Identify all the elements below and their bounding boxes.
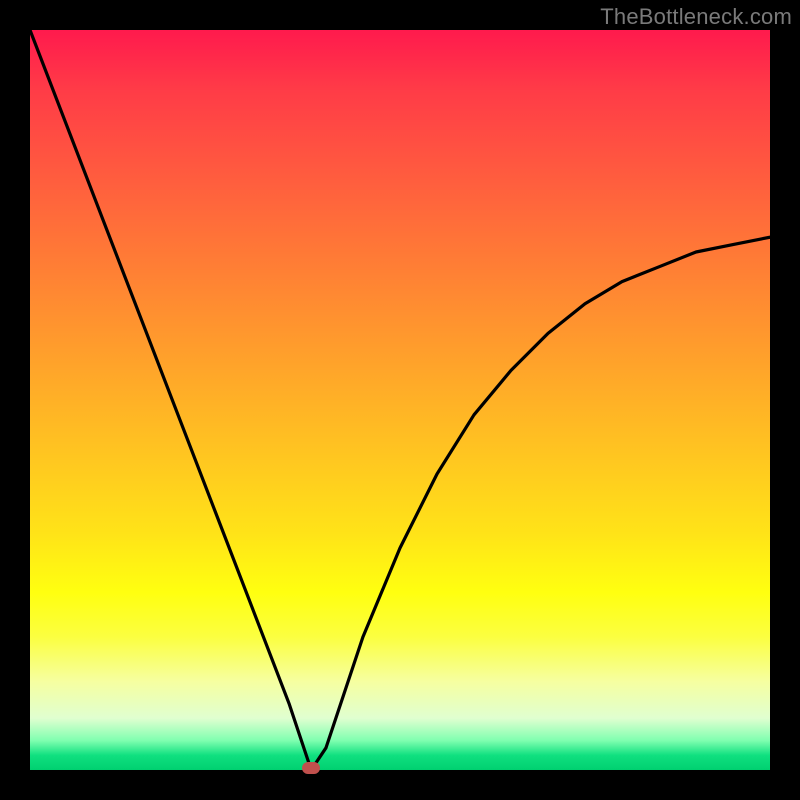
bottleneck-curve (30, 30, 770, 770)
plot-area (30, 30, 770, 770)
optimum-marker (302, 762, 320, 774)
watermark-text: TheBottleneck.com (600, 4, 792, 30)
chart-frame: TheBottleneck.com (0, 0, 800, 800)
